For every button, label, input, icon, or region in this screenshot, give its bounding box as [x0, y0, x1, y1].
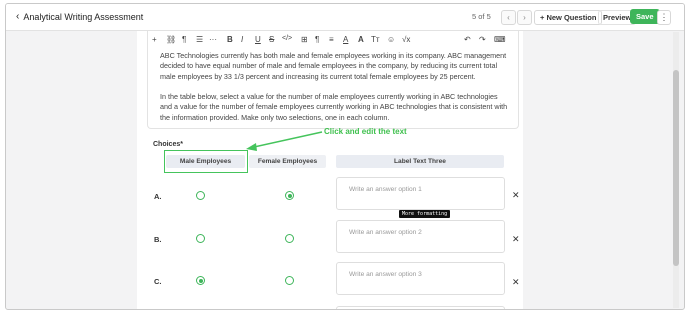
- app-window: ‹ Analytical Writing Assessment 5 of 5 ‹…: [5, 3, 685, 310]
- annotation-arrow-icon: [246, 131, 323, 151]
